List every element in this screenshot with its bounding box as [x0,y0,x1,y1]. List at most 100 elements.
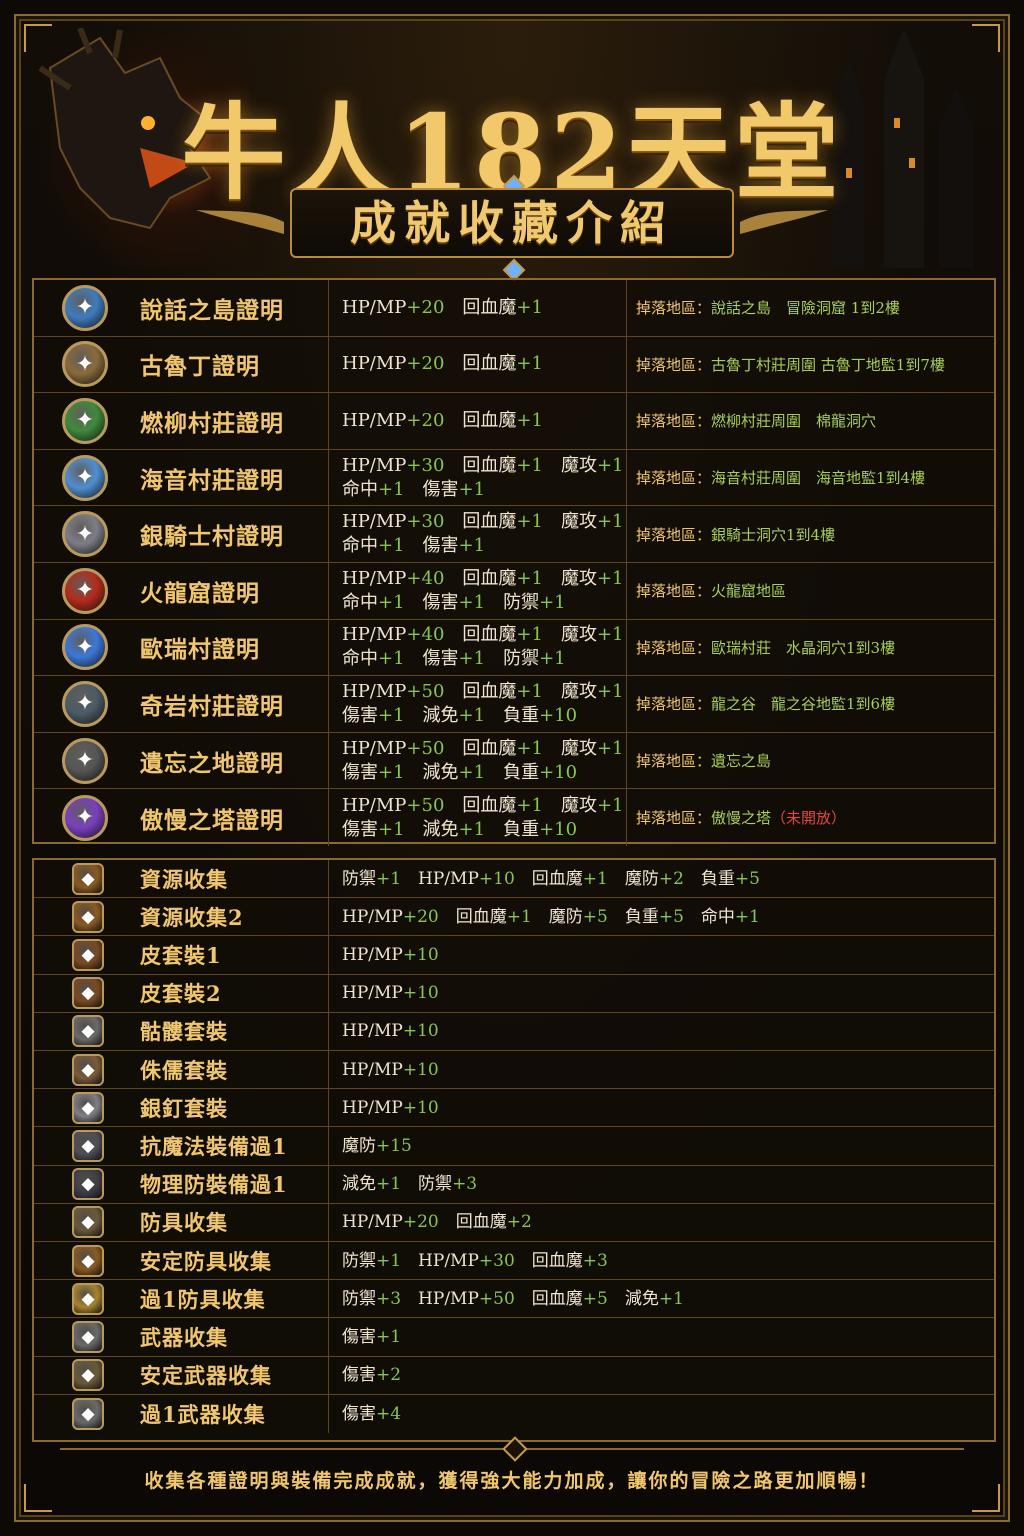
column-divider [328,789,329,846]
drop-area: 掉落地區： 歐瑞村莊 水晶洞穴1到3樓 [636,620,992,676]
drop-label: 掉落地區： [636,525,712,544]
proof-stats: HP/MP+40 回血魔+1 魔攻+1 命中+1 傷害+1 防禦+1 [342,563,624,619]
column-divider [328,449,329,506]
column-divider [328,506,329,562]
stat-line-2: 傷害+1 減免+1 負重+10 [342,818,578,840]
skull-swords-icon: ◆ [72,1359,104,1392]
icon-cell: ◆ [42,1089,138,1126]
proof-name: 遺忘之地證明 [140,749,284,777]
wing-ornament-right [740,210,828,234]
drop-location: 銀騎士洞穴1到4樓 [711,525,836,544]
icon-cell: ✦ [42,506,138,562]
collection-row: ◆ 皮套裝2 HP/MP+10 [34,974,994,1013]
collection-name: 過1武器收集 [140,1401,266,1427]
chest-icon: ◆ [72,900,104,933]
crossed-swords-icon: ◆ [72,1397,104,1430]
column-divider [328,619,329,676]
shield-icon: ◆ [72,1206,104,1239]
collection-stats: HP/MP+10 [342,1013,962,1050]
stat-line: 減免+1 防禦+3 [342,1174,478,1195]
collection-stats: 防禦+1 HP/MP+10 回血魔+1 魔防+2 負重+5 [342,860,962,897]
drop-location: 火龍窟地區 [711,582,787,601]
stat-line: 傷害+4 [342,1403,402,1424]
drop-location: 龍之谷 龍之谷地監1到6樓 [711,695,896,714]
stat-line: HP/MP+10 [342,1021,439,1042]
stat-line-1: HP/MP+20 回血魔+1 [342,353,543,375]
gold-shield-icon: ◆ [72,1282,104,1315]
stat-line-2: 命中+1 傷害+1 [342,478,486,500]
drop-label: 掉落地區： [636,638,712,657]
stat-line-1: HP/MP+40 回血魔+1 魔攻+1 [342,624,624,646]
collection-name: 侏儒套裝 [140,1057,228,1083]
column-divider [328,974,329,1012]
drop-location: 燃柳村莊周圍 棉龍洞穴 [711,412,877,431]
collection-name: 武器收集 [140,1324,228,1350]
collection-table: ◆ 資源收集 防禦+1 HP/MP+10 回血魔+1 魔防+2 負重+5 ◆ 資源收集2… [32,858,996,1442]
collection-row: ◆ 過1防具收集 防禦+3 HP/MP+50 回血魔+5 減免+1 [34,1280,994,1319]
column-divider [626,336,627,393]
stat-line: 防禦+1 HP/MP+10 回血魔+1 魔防+2 負重+5 [342,868,760,889]
column-divider [328,1165,329,1203]
stat-line-1: HP/MP+30 回血魔+1 魔攻+1 [342,511,624,533]
collection-stats: HP/MP+10 [342,936,962,973]
icon-cell: ◆ [42,898,138,935]
collection-stats: HP/MP+20 回血魔+1 魔防+5 負重+5 命中+1 [342,898,962,935]
collection-row: ◆ 過1武器收集 傷害+4 [34,1394,994,1433]
column-divider [328,1127,329,1165]
icon-cell: ◆ [42,1318,138,1355]
tower-badge-icon: ✦ [62,794,108,841]
leather-armor-icon: ◆ [72,977,104,1010]
proof-name: 海音村莊證明 [140,466,284,494]
column-divider [328,336,329,393]
plate-armor-icon: ◆ [72,1168,104,1201]
column-divider [626,619,627,676]
drop-area: 掉落地區： 傲慢之塔 （未開放） [636,789,992,846]
collection-row: ◆ 皮套裝1 HP/MP+10 [34,936,994,975]
stat-line-1: HP/MP+50 回血魔+1 魔攻+1 [342,680,624,702]
column-divider [328,563,329,619]
proof-name: 火龍窟證明 [140,579,260,607]
drop-label: 掉落地區： [636,299,712,318]
collection-stats: HP/MP+10 [342,975,962,1012]
collection-stats: 傷害+1 [342,1318,962,1355]
drop-label: 掉落地區： [636,695,712,714]
icon-cell: ◆ [42,1242,138,1279]
collection-name: 防具收集 [140,1210,228,1236]
stat-line: 防禦+1 HP/MP+30 回血魔+3 [342,1250,608,1271]
collection-name: 物理防裝備過1 [140,1172,288,1198]
column-divider [328,1051,329,1089]
column-divider [328,393,329,449]
column-divider [626,280,627,336]
collection-stats: HP/MP+20 回血魔+2 [342,1204,962,1241]
stat-line-2: 傷害+1 減免+1 負重+10 [342,761,578,783]
blue-crystal-icon: ✦ [62,624,108,671]
drop-location: 說話之島 冒險洞窟 1到2樓 [711,299,900,318]
column-divider [328,1318,329,1356]
collection-row: ◆ 物理防裝備過1 減免+1 防禦+3 [34,1165,994,1204]
proof-row: ✦ 火龍窟證明 HP/MP+40 回血魔+1 魔攻+1 命中+1 傷害+1 防禦+1 掉… [34,563,994,620]
drop-location: 海音村莊周圍 海音地監1到4樓 [711,469,926,488]
collection-stats: HP/MP+10 [342,1089,962,1126]
proof-row: ✦ 燃柳村莊證明 HP/MP+20 回血魔+1 掉落地區： 燃柳村莊周圍 棉龍洞穴 [34,393,994,450]
drop-area: 掉落地區： 遺忘之島 [636,733,992,789]
icon-cell: ✦ [42,789,138,846]
collection-name: 資源收集2 [140,904,244,930]
drop-area: 掉落地區： 古魯丁村莊周圍 古魯丁地監1到7樓 [636,337,992,393]
proof-row: ✦ 奇岩村莊證明 HP/MP+50 回血魔+1 魔攻+1 傷害+1 減免+1 負重+1… [34,676,994,733]
collection-row: ◆ 銀釘套裝 HP/MP+10 [34,1089,994,1128]
drop-note: （未開放） [771,809,847,828]
collection-name: 骷髏套裝 [140,1019,228,1045]
proof-row: ✦ 海音村莊證明 HP/MP+30 回血魔+1 魔攻+1 命中+1 傷害+1 掉落地區：… [34,449,994,507]
column-divider [328,1203,329,1241]
stat-line: HP/MP+10 [342,983,439,1004]
subtitle-banner: 成就收藏介紹 [290,188,734,258]
proof-stats: HP/MP+20 回血魔+1 [342,337,622,393]
drop-location: 傲慢之塔 [711,809,772,828]
collection-row: ◆ 武器收集 傷害+1 [34,1318,994,1357]
collection-row: ◆ 防具收集 HP/MP+20 回血魔+2 [34,1203,994,1242]
stat-line-2: 命中+1 傷害+1 [342,535,486,557]
drop-area: 掉落地區： 銀騎士洞穴1到4樓 [636,506,992,562]
drop-location: 古魯丁村莊周圍 古魯丁地監1到7樓 [711,355,945,374]
icon-cell: ◆ [42,860,138,897]
drop-area: 掉落地區： 火龍窟地區 [636,563,992,619]
